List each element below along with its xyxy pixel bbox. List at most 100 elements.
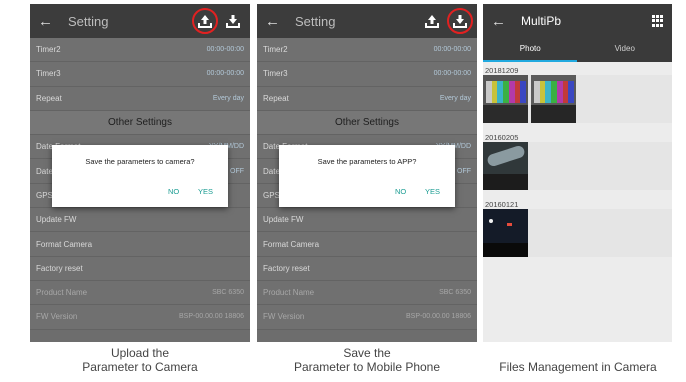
- photo-thumbnail[interactable]: [483, 142, 528, 190]
- setting-row-format-camera[interactable]: Format Camera: [30, 232, 250, 257]
- row-label: Timer3: [263, 69, 288, 79]
- caption-line: Upload the: [110, 346, 170, 360]
- row-label: FW Version: [263, 312, 305, 322]
- active-tab-indicator: [483, 60, 577, 62]
- top-bar: ← Setting: [257, 4, 477, 38]
- row-value: SBC 6350: [439, 289, 471, 297]
- row-label: Repeat: [36, 93, 62, 103]
- row-label: GPS: [263, 190, 280, 200]
- section-title: Other Settings: [335, 117, 399, 129]
- setting-row-timer2[interactable]: Timer2 00:00-00:00: [257, 38, 477, 63]
- color-bars-image: [486, 81, 527, 103]
- download-icon[interactable]: [447, 8, 473, 34]
- dialog-message: Save the parameters to camera?: [85, 157, 195, 166]
- highlight-ring: [192, 8, 218, 34]
- row-label: Update FW: [263, 215, 304, 225]
- setting-row-repeat[interactable]: Repeat Every day: [30, 86, 250, 111]
- row-label: GPS: [36, 190, 53, 200]
- phone-screen-upload: ← Setting Timer2 00:00-00:00 Timer3 00:00-…: [30, 4, 250, 342]
- setting-row-product-name: Product Name SBC 6350: [257, 280, 477, 306]
- date-group-label: 20160121: [485, 200, 519, 209]
- top-bar: ← Setting: [30, 4, 250, 38]
- caption-line: Files Management in Camera: [499, 360, 657, 374]
- setting-row-fw-version: FW Version BSP-00.00.00 18806: [257, 305, 477, 330]
- screen-title: MultiPb: [521, 14, 562, 28]
- row-label: Timer2: [263, 45, 288, 55]
- back-arrow-icon[interactable]: ←: [38, 13, 60, 30]
- row-label: Product Name: [263, 288, 315, 298]
- row-label: Factory reset: [263, 263, 310, 273]
- no-button[interactable]: NO: [395, 187, 406, 196]
- photo-content: [483, 174, 528, 190]
- row-value: SBC 6350: [212, 289, 244, 297]
- caption-line: Save the: [343, 346, 391, 360]
- thumbnail-row: [483, 209, 672, 257]
- row-label: Timer2: [36, 45, 61, 55]
- row-value: OFF: [457, 167, 471, 175]
- setting-row-format-camera[interactable]: Format Camera: [257, 232, 477, 257]
- thumbnail-row: [483, 75, 672, 123]
- row-label: FW Version: [36, 312, 78, 322]
- date-group-label: 20160205: [485, 133, 519, 142]
- row-value: 00:00-00:00: [433, 46, 471, 54]
- setting-row-timer3[interactable]: Timer3 00:00-00:00: [257, 62, 477, 87]
- row-value: BSP-00.00.00 18806: [406, 313, 471, 321]
- row-value: 00:00-00:00: [433, 70, 471, 78]
- upload-icon[interactable]: [423, 12, 441, 30]
- light-spot: [489, 219, 493, 223]
- photo-content: [486, 144, 526, 168]
- tab-video[interactable]: Video: [578, 38, 673, 62]
- caption-gallery: Files Management in Camera: [478, 360, 678, 374]
- dialog-message: Save the parameters to APP?: [317, 157, 417, 166]
- row-label: Factory reset: [36, 263, 83, 273]
- setting-row-factory-reset[interactable]: Factory reset: [30, 256, 250, 281]
- photo-thumbnail[interactable]: [483, 209, 528, 257]
- tab-bar: Photo Video: [483, 38, 672, 62]
- row-value: 00:00-00:00: [206, 46, 244, 54]
- download-icon[interactable]: [224, 12, 242, 30]
- row-label: Product Name: [36, 288, 88, 298]
- row-value: BSP-00.00.00 18806: [179, 313, 244, 321]
- grid-icon[interactable]: [652, 15, 664, 27]
- row-label: Timer3: [36, 69, 61, 79]
- caption-save: Save the Parameter to Mobile Phone: [247, 346, 487, 374]
- back-arrow-icon[interactable]: ←: [491, 13, 513, 30]
- row-label: Repeat: [263, 93, 289, 103]
- caption-line: Parameter to Camera: [82, 360, 198, 374]
- setting-row-factory-reset[interactable]: Factory reset: [257, 256, 477, 281]
- setting-row-fw-version: FW Version BSP-00.00.00 18806: [30, 305, 250, 330]
- section-title: Other Settings: [108, 117, 172, 129]
- section-header: Other Settings: [30, 110, 250, 136]
- row-label: Format Camera: [263, 239, 320, 249]
- light-spot: [507, 223, 512, 226]
- row-value: OFF: [230, 167, 244, 175]
- row-label: Format Camera: [36, 239, 93, 249]
- thumbnail-row: [483, 142, 672, 190]
- photo-thumbnail[interactable]: [531, 75, 576, 123]
- tab-photo[interactable]: Photo: [483, 38, 578, 62]
- row-value: Every day: [212, 94, 244, 102]
- phone-screen-save: ← Setting Timer2 00:00-00:00 Timer3 00:00-…: [257, 4, 477, 342]
- row-value: Every day: [439, 94, 471, 102]
- phone-screen-gallery: ← MultiPb Photo Video 20181209 20160205: [483, 4, 672, 342]
- photo-content: [483, 243, 528, 257]
- date-group-label: 20181209: [485, 66, 519, 75]
- row-label: Update FW: [36, 215, 77, 225]
- yes-button[interactable]: YES: [425, 187, 440, 196]
- row-value: 00:00-00:00: [206, 70, 244, 78]
- confirm-dialog: Save the parameters to camera? NO YES: [52, 145, 228, 207]
- no-button[interactable]: NO: [168, 187, 179, 196]
- yes-button[interactable]: YES: [198, 187, 213, 196]
- photo-thumbnail[interactable]: [483, 75, 528, 123]
- caption-upload: Upload the Parameter to Camera: [30, 346, 250, 374]
- setting-row-timer3[interactable]: Timer3 00:00-00:00: [30, 62, 250, 87]
- setting-row-repeat[interactable]: Repeat Every day: [257, 86, 477, 111]
- screen-title: Setting: [68, 13, 109, 29]
- upload-icon[interactable]: [192, 8, 218, 34]
- setting-row-update-fw[interactable]: Update FW: [257, 208, 477, 233]
- setting-row-update-fw[interactable]: Update FW: [30, 208, 250, 233]
- screen-title: Setting: [295, 13, 336, 29]
- color-bars-image: [534, 81, 575, 103]
- setting-row-timer2[interactable]: Timer2 00:00-00:00: [30, 38, 250, 63]
- back-arrow-icon[interactable]: ←: [265, 13, 287, 30]
